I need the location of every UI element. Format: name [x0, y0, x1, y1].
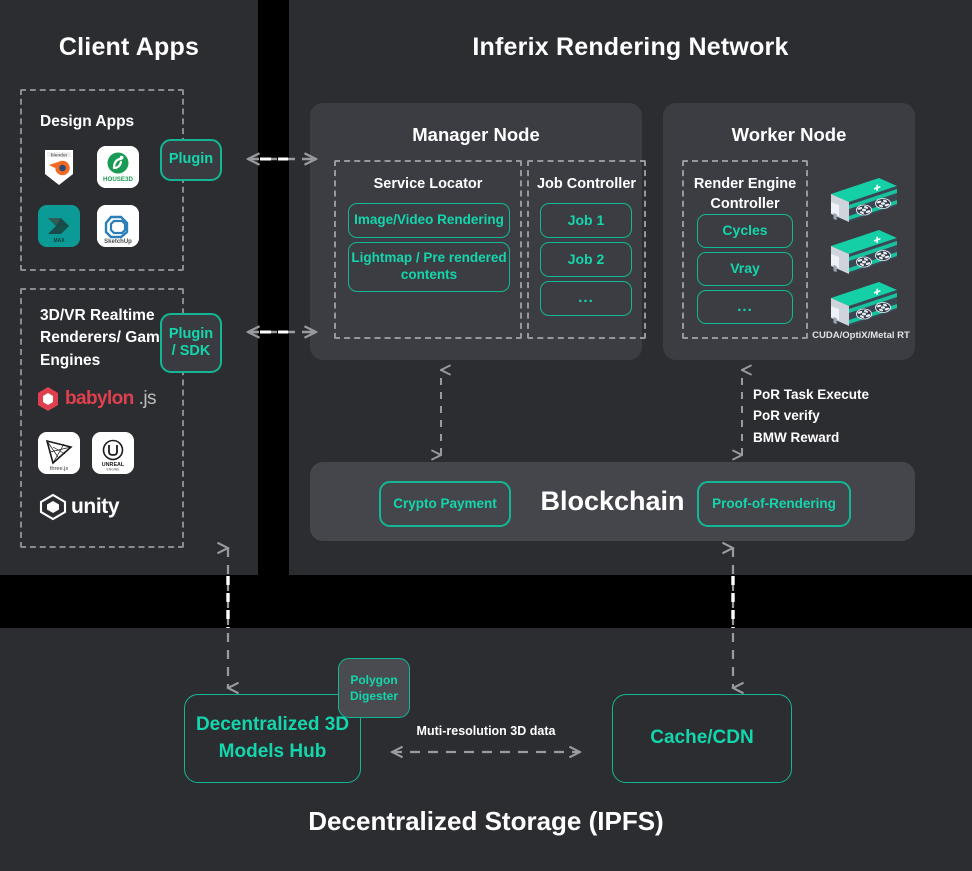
- sketchup-logo: SketchUp: [97, 205, 139, 247]
- 3dsmax-logo: MAX: [38, 205, 80, 247]
- polygon-digester-badge[interactable]: Polygon Digester: [338, 658, 410, 718]
- service-locator-group: Service Locator Image/Video Rendering Li…: [334, 160, 522, 339]
- job-item-2[interactable]: Job 2: [540, 242, 632, 277]
- job-item-more[interactable]: ...: [540, 281, 632, 316]
- job-item-1[interactable]: Job 1: [540, 203, 632, 238]
- job-item-label: Job 2: [567, 250, 605, 267]
- render-engine-label: Cycles: [722, 222, 768, 239]
- multiresolution-data-label: Muti-resolution 3D data: [416, 724, 556, 738]
- render-engine-vray[interactable]: Vray: [697, 252, 793, 286]
- plugin-label: Plugin: [168, 151, 214, 168]
- crypto-payment-label: Crypto Payment: [393, 495, 497, 511]
- plugin-sdk-label-2: / SDK: [171, 343, 211, 359]
- plugin-connector-badge[interactable]: Plugin: [160, 139, 222, 181]
- svg-text:HOUSE3D: HOUSE3D: [103, 176, 133, 183]
- polygon-digester-label: Polygon Digester: [349, 672, 399, 703]
- job-controller-group: Job Controller Job 1 Job 2 ...: [527, 160, 646, 339]
- render-engine-cycles[interactable]: Cycles: [697, 214, 793, 248]
- svg-text:three.js: three.js: [50, 466, 69, 472]
- proof-of-rendering-badge[interactable]: Proof-of-Rendering: [697, 481, 851, 527]
- crypto-payment-badge[interactable]: Crypto Payment: [379, 481, 511, 527]
- proof-of-rendering-label: Proof-of-Rendering: [712, 495, 836, 511]
- service-item-label: Image/Video Rendering: [354, 212, 504, 228]
- service-locator-title: Service Locator: [373, 176, 483, 192]
- plugin-sdk-label-1: Plugin: [168, 325, 214, 342]
- babylonjs-logo: babylon .js: [36, 386, 156, 412]
- plugin-sdk-connector-badge[interactable]: Plugin / SDK: [160, 313, 222, 373]
- threejs-logo: three.js: [38, 432, 80, 474]
- client-apps-title: Client Apps: [58, 33, 200, 61]
- unity-logo: unity: [38, 492, 148, 522]
- render-engine-label: ...: [737, 297, 753, 315]
- unity-wordmark: unity: [71, 495, 120, 518]
- service-item-lightmap[interactable]: Lightmap / Pre rendered contents: [348, 242, 510, 292]
- design-apps-label: Design Apps: [40, 113, 135, 130]
- por-notes: PoR Task Execute PoR verify BMW Reward: [753, 387, 870, 445]
- cache-cdn-label: Cache/CDN: [650, 727, 754, 749]
- diagram-canvas: Client Apps Design Apps blender HOUSE3D: [0, 0, 972, 871]
- render-engine-label: Vray: [730, 260, 760, 277]
- network-title: Inferix Rendering Network: [472, 33, 789, 61]
- worker-node-title: Worker Node: [731, 124, 847, 145]
- service-item-label: Lightmap / Pre rendered contents: [351, 250, 507, 282]
- blender-logo: blender: [38, 146, 80, 188]
- storage-title: Decentralized Storage (IPFS): [308, 806, 664, 836]
- blockchain-card: Blockchain Crypto Payment Proof-of-Rende…: [310, 462, 915, 541]
- babylonjs-suffix: .js: [138, 388, 157, 409]
- svg-text:MAX: MAX: [53, 238, 65, 244]
- manager-node-card: Manager Node Service Locator Image/Video…: [310, 103, 646, 360]
- render-engine-more[interactable]: ...: [697, 290, 793, 324]
- unreal-engine-logo: UNREAL ENGINE: [92, 432, 134, 474]
- gpu-cards-illustration: [817, 172, 903, 332]
- svg-text:blender: blender: [51, 153, 68, 158]
- client-apps-panel: Client Apps Design Apps blender HOUSE3D: [0, 0, 258, 575]
- models-hub-label: Decentralized 3D Models Hub: [195, 713, 350, 762]
- cache-cdn-box[interactable]: Cache/CDN: [612, 694, 792, 783]
- gpu-caption: CUDA/OptiX/Metal RT: [812, 330, 910, 341]
- house3d-logo: HOUSE3D: [97, 146, 139, 188]
- render-engine-controller-group: Render Engine Controller Cycles Vray ...: [682, 160, 808, 339]
- render-engine-controller-title: Render Engine Controller: [693, 176, 797, 212]
- manager-node-title: Manager Node: [412, 124, 540, 145]
- babylonjs-wordmark: babylon: [65, 388, 134, 409]
- job-controller-title: Job Controller: [536, 176, 637, 192]
- decentralized-models-hub-box[interactable]: Decentralized 3D Models Hub: [184, 694, 361, 783]
- svg-text:ENGINE: ENGINE: [107, 468, 121, 472]
- job-item-label: ...: [578, 289, 594, 307]
- realtime-renderers-label: 3D/VR Realtime Renderers/ Game Engines: [40, 307, 169, 369]
- job-item-label: Job 1: [567, 211, 605, 228]
- svg-text:SketchUp: SketchUp: [104, 239, 132, 245]
- service-item-image-video-rendering[interactable]: Image/Video Rendering: [348, 203, 510, 238]
